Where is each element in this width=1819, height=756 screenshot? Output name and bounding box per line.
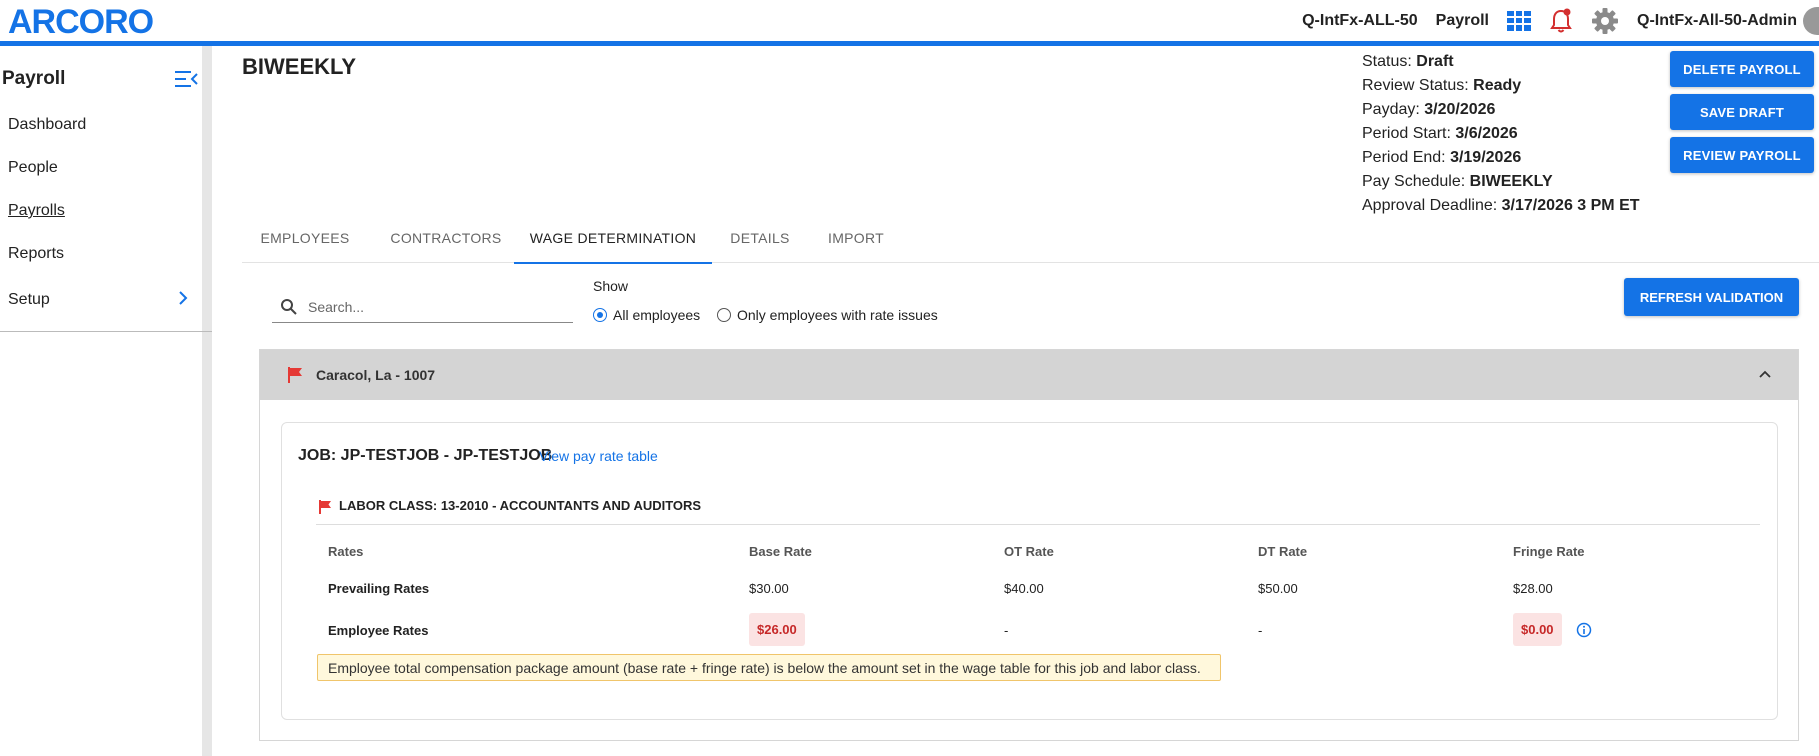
arcoro-logo[interactable]: ARCORO [8, 4, 154, 40]
apps-grid-icon[interactable] [1507, 10, 1531, 31]
tab-contractors[interactable]: CONTRACTORS [368, 216, 524, 262]
tab-employees[interactable]: EMPLOYEES [242, 216, 368, 262]
sidebar-item-setup[interactable]: Setup [8, 291, 50, 309]
prevailing-ot-rate: $40.00 [1004, 581, 1044, 596]
tab-wage-determination[interactable]: WAGE DETERMINATION [514, 216, 712, 264]
period-start-value: 3/6/2026 [1455, 125, 1518, 142]
period-end-value: 3/19/2026 [1450, 149, 1522, 166]
column-header-fringe-rate: Fringe Rate [1513, 544, 1585, 559]
radio-all-employees[interactable]: All employees [593, 305, 700, 325]
page-title: BIWEEKLY [242, 54, 357, 79]
period-end-label: Period End: [1362, 149, 1446, 166]
gear-icon[interactable] [1591, 7, 1619, 35]
avatar[interactable] [1803, 6, 1819, 35]
status-value: Draft [1416, 53, 1454, 70]
employee-base-rate-error: $26.00 [749, 613, 805, 646]
payday-label: Payday: [1362, 101, 1420, 118]
status-label: Status: [1362, 53, 1412, 70]
employee-panel: Caracol, La - 1007 JOB: JP-TESTJOB - JP-… [259, 349, 1799, 741]
job-title: JOB: JP-TESTJOB - JP-TESTJOB [298, 447, 553, 464]
view-pay-rate-table-link[interactable]: View pay rate table [539, 448, 658, 464]
radio-button-selected[interactable] [593, 308, 607, 322]
collapse-menu-icon[interactable] [173, 66, 199, 92]
sidebar-item-payrolls[interactable]: Payrolls [8, 202, 65, 220]
review-status-label: Review Status: [1362, 77, 1469, 94]
column-header-rates: Rates [328, 544, 364, 559]
employee-fringe-rate-error: $0.00 [1513, 613, 1562, 646]
delete-payroll-button[interactable]: DELETE PAYROLL [1670, 51, 1814, 87]
sidebar-item-dashboard[interactable]: Dashboard [8, 116, 86, 134]
payday-value: 3/20/2026 [1424, 101, 1496, 118]
divider [316, 524, 1760, 525]
employee-dt-rate: - [1258, 623, 1263, 638]
review-status-value: Ready [1473, 77, 1522, 94]
bell-icon[interactable] [1549, 8, 1573, 34]
save-draft-button[interactable]: SAVE DRAFT [1670, 94, 1814, 130]
job-card: JOB: JP-TESTJOB - JP-TESTJOB View pay ra… [281, 422, 1778, 720]
pay-schedule-value: BIWEEKLY [1469, 173, 1553, 190]
radio-all-employees-label: All employees [613, 307, 701, 323]
sidebar-divider [0, 331, 212, 332]
payroll-status-block: Status: Draft Review Status: Ready Payda… [1362, 50, 1640, 218]
column-header-ot-rate: OT Rate [1004, 544, 1054, 559]
employee-panel-header[interactable]: Caracol, La - 1007 [260, 350, 1798, 400]
column-header-base-rate: Base Rate [749, 544, 812, 559]
review-payroll-button[interactable]: REVIEW PAYROLL [1670, 137, 1814, 173]
top-bar-right: Q-IntFx-ALL-50 Payroll Q-IntFx-All-50-Ad… [1284, 0, 1819, 41]
module-name[interactable]: Payroll [1436, 12, 1489, 30]
radio-rate-issues-label: Only employees with rate issues [737, 307, 938, 323]
row-label-prevailing-rates: Prevailing Rates [328, 581, 430, 596]
show-label: Show [593, 278, 629, 294]
refresh-validation-button[interactable]: REFRESH VALIDATION [1624, 278, 1799, 316]
chevron-right-icon[interactable] [176, 290, 190, 306]
employee-name: Caracol, La - 1007 [316, 367, 436, 383]
prevailing-base-rate: $30.00 [749, 581, 789, 596]
pay-schedule-label: Pay Schedule: [1362, 173, 1466, 190]
sidebar-title: Payroll [2, 68, 66, 89]
top-bar: ARCORO Q-IntFx-ALL-50 Payroll Q-IntFx-Al… [0, 0, 1819, 46]
labor-class-title: LABOR CLASS: 13-2010 - ACCOUNTANTS AND A… [339, 498, 702, 513]
row-label-employee-rates: Employee Rates [328, 623, 429, 638]
prevailing-fringe-rate: $28.00 [1513, 581, 1553, 596]
tab-import[interactable]: IMPORT [808, 216, 904, 262]
tab-details[interactable]: DETAILS [712, 216, 808, 262]
approval-deadline-label: Approval Deadline: [1362, 197, 1498, 214]
flag-icon [319, 500, 331, 514]
info-icon[interactable] [1576, 622, 1592, 638]
prevailing-dt-rate: $50.00 [1258, 581, 1298, 596]
search-icon [281, 299, 297, 315]
compensation-warning: Employee total compensation package amou… [317, 654, 1221, 681]
period-start-label: Period Start: [1362, 125, 1451, 142]
sidebar-item-people[interactable]: People [8, 159, 58, 177]
flag-icon [288, 367, 302, 383]
company-name[interactable]: Q-IntFx-ALL-50 [1302, 12, 1418, 30]
search-field [272, 290, 573, 323]
user-name[interactable]: Q-IntFx-All-50-Admin [1637, 12, 1797, 30]
search-input[interactable] [306, 294, 570, 320]
radio-rate-issues[interactable]: Only employees with rate issues [717, 305, 938, 325]
sidebar-item-reports[interactable]: Reports [8, 245, 64, 263]
approval-deadline-value: 3/17/2026 3 PM ET [1501, 197, 1640, 214]
chevron-up-icon[interactable] [1758, 367, 1772, 381]
employee-ot-rate: - [1004, 623, 1009, 638]
payroll-tabs: EMPLOYEES CONTRACTORS WAGE DETERMINATION… [242, 216, 1819, 264]
sidebar: Payroll Dashboard People Payrolls Report… [0, 46, 212, 756]
radio-button[interactable] [717, 308, 731, 322]
column-header-dt-rate: DT Rate [1258, 544, 1308, 559]
